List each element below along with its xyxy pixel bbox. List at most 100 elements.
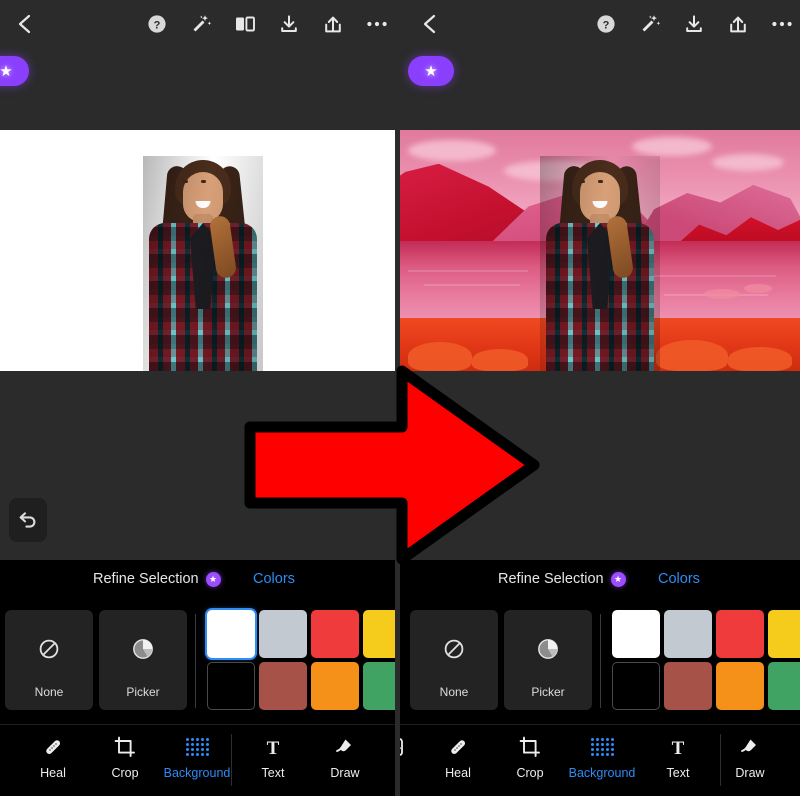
tab-colors[interactable]: Colors	[658, 571, 700, 587]
picker-button[interactable]: Picker	[504, 610, 592, 710]
color-swatch-orange[interactable]	[311, 662, 359, 710]
nav-item-background[interactable]: Background	[566, 732, 638, 790]
magic-wand-icon[interactable]	[187, 10, 215, 38]
color-swatch-green[interactable]	[363, 662, 395, 710]
more-icon[interactable]	[768, 10, 796, 38]
nav-item-heal[interactable]: Heal	[17, 732, 89, 790]
background-options-sheet: Refine Selection ★ Colors None Picker He…	[400, 560, 800, 796]
color-swatch-black[interactable]	[612, 662, 660, 710]
download-icon[interactable]	[680, 10, 708, 38]
more-icon[interactable]	[363, 10, 391, 38]
refine-selection-label: Refine Selection	[498, 571, 604, 587]
share-icon[interactable]	[724, 10, 752, 38]
photo-pink-landscape	[400, 130, 800, 371]
color-swatch-grid	[612, 610, 800, 710]
photo-canvas-after[interactable]	[400, 130, 800, 371]
svg-text:?: ?	[603, 19, 610, 31]
premium-badge[interactable]: ★	[408, 56, 454, 86]
photo-white-background	[0, 130, 395, 371]
color-swatch-black[interactable]	[207, 662, 255, 710]
svg-text:T: T	[672, 738, 685, 758]
download-icon[interactable]	[275, 10, 303, 38]
strip-divider	[195, 614, 196, 708]
premium-badge[interactable]: ★	[0, 56, 29, 86]
svg-text:T: T	[267, 738, 280, 758]
nav-item-label: Crop	[111, 766, 139, 780]
nav-item-heal[interactable]: Heal	[422, 732, 494, 790]
color-swatch-brick[interactable]	[664, 662, 712, 710]
photo-canvas-before[interactable]	[0, 130, 395, 371]
none-button[interactable]: None	[5, 610, 93, 710]
nav-item-crop[interactable]: Crop	[494, 732, 566, 790]
refine-selection-button[interactable]: Refine Selection ★	[498, 571, 626, 587]
color-picker-icon	[131, 637, 155, 666]
nav-divider	[720, 734, 721, 786]
nav-item-text[interactable]: T Text	[642, 732, 714, 790]
color-swatch-red[interactable]	[311, 610, 359, 658]
arrow-annotation	[242, 365, 542, 565]
color-swatch-brick[interactable]	[259, 662, 307, 710]
color-swatch-white[interactable]	[207, 610, 255, 658]
color-swatch-yellow[interactable]	[768, 610, 800, 658]
nav-item-t[interactable]: TT	[786, 732, 800, 790]
help-icon[interactable]: ?	[143, 10, 171, 38]
tab-colors[interactable]: Colors	[253, 571, 295, 587]
no-background-icon	[38, 638, 60, 665]
star-icon: ★	[424, 62, 438, 80]
nav-item-label: Crop	[516, 766, 544, 780]
premium-star-icon: ★	[610, 571, 626, 587]
nav-item-label: Heal	[40, 766, 66, 780]
nav-divider	[231, 734, 232, 786]
nav-item-te[interactable]: Te	[381, 732, 395, 790]
color-swatch-light-gray[interactable]	[664, 610, 712, 658]
none-label: None	[439, 685, 469, 699]
color-swatch-green[interactable]	[768, 662, 800, 710]
swatch-strip: None Picker	[0, 602, 395, 717]
text-t-icon: T	[262, 732, 284, 762]
nav-item-text[interactable]: T Text	[237, 732, 309, 790]
none-label: None	[34, 685, 64, 699]
compare-icon[interactable]	[231, 10, 259, 38]
bottom-nav-before: eHealCropBackgroundTTextDrawTe	[0, 724, 395, 796]
nav-item-label: Background	[163, 766, 231, 780]
nav-item-label: Background	[568, 766, 636, 780]
nav-item-label: Draw	[330, 766, 360, 780]
refine-selection-label: Refine Selection	[93, 571, 199, 587]
color-swatch-grid	[207, 610, 395, 710]
back-button[interactable]	[412, 6, 448, 42]
svg-text:?: ?	[154, 19, 161, 31]
nav-item-label: Te	[400, 766, 401, 780]
picker-button[interactable]: Picker	[99, 610, 187, 710]
back-button[interactable]	[7, 6, 43, 42]
background-options-sheet: Refine Selection ★ Colors None Picker He…	[0, 560, 395, 796]
nav-item-draw[interactable]: Draw	[714, 732, 786, 790]
nav-item-background[interactable]: Background	[161, 732, 233, 790]
nav-item-crop[interactable]: Crop	[89, 732, 161, 790]
subject-figure	[143, 156, 263, 371]
bottom-nav-after: Te Heal Crop Background T Text Draw TT	[400, 724, 800, 796]
color-swatch-yellow[interactable]	[363, 610, 395, 658]
share-icon[interactable]	[319, 10, 347, 38]
strip-divider	[600, 614, 601, 708]
undo-icon	[19, 512, 36, 528]
no-background-icon	[443, 638, 465, 665]
undo-button[interactable]	[9, 498, 47, 542]
star-icon: ★	[0, 62, 13, 80]
magic-wand-icon[interactable]	[636, 10, 664, 38]
swatch-strip: None Picker	[400, 602, 800, 717]
refine-selection-button[interactable]: Refine Selection ★	[93, 571, 221, 587]
text-t-icon: T	[667, 732, 689, 762]
bandage-icon	[446, 732, 470, 762]
help-icon[interactable]: ?	[592, 10, 620, 38]
none-button[interactable]: None	[410, 610, 498, 710]
toolbar-after: ?	[400, 0, 800, 48]
color-swatch-white[interactable]	[612, 610, 660, 658]
color-swatch-light-gray[interactable]	[259, 610, 307, 658]
color-swatch-red[interactable]	[716, 610, 764, 658]
dot-grid-icon	[590, 732, 614, 762]
nav-item-draw[interactable]: Draw	[309, 732, 381, 790]
nav-item-label: Text	[666, 766, 690, 780]
brush-icon	[738, 732, 762, 762]
texture-icon	[400, 732, 405, 762]
color-swatch-orange[interactable]	[716, 662, 764, 710]
